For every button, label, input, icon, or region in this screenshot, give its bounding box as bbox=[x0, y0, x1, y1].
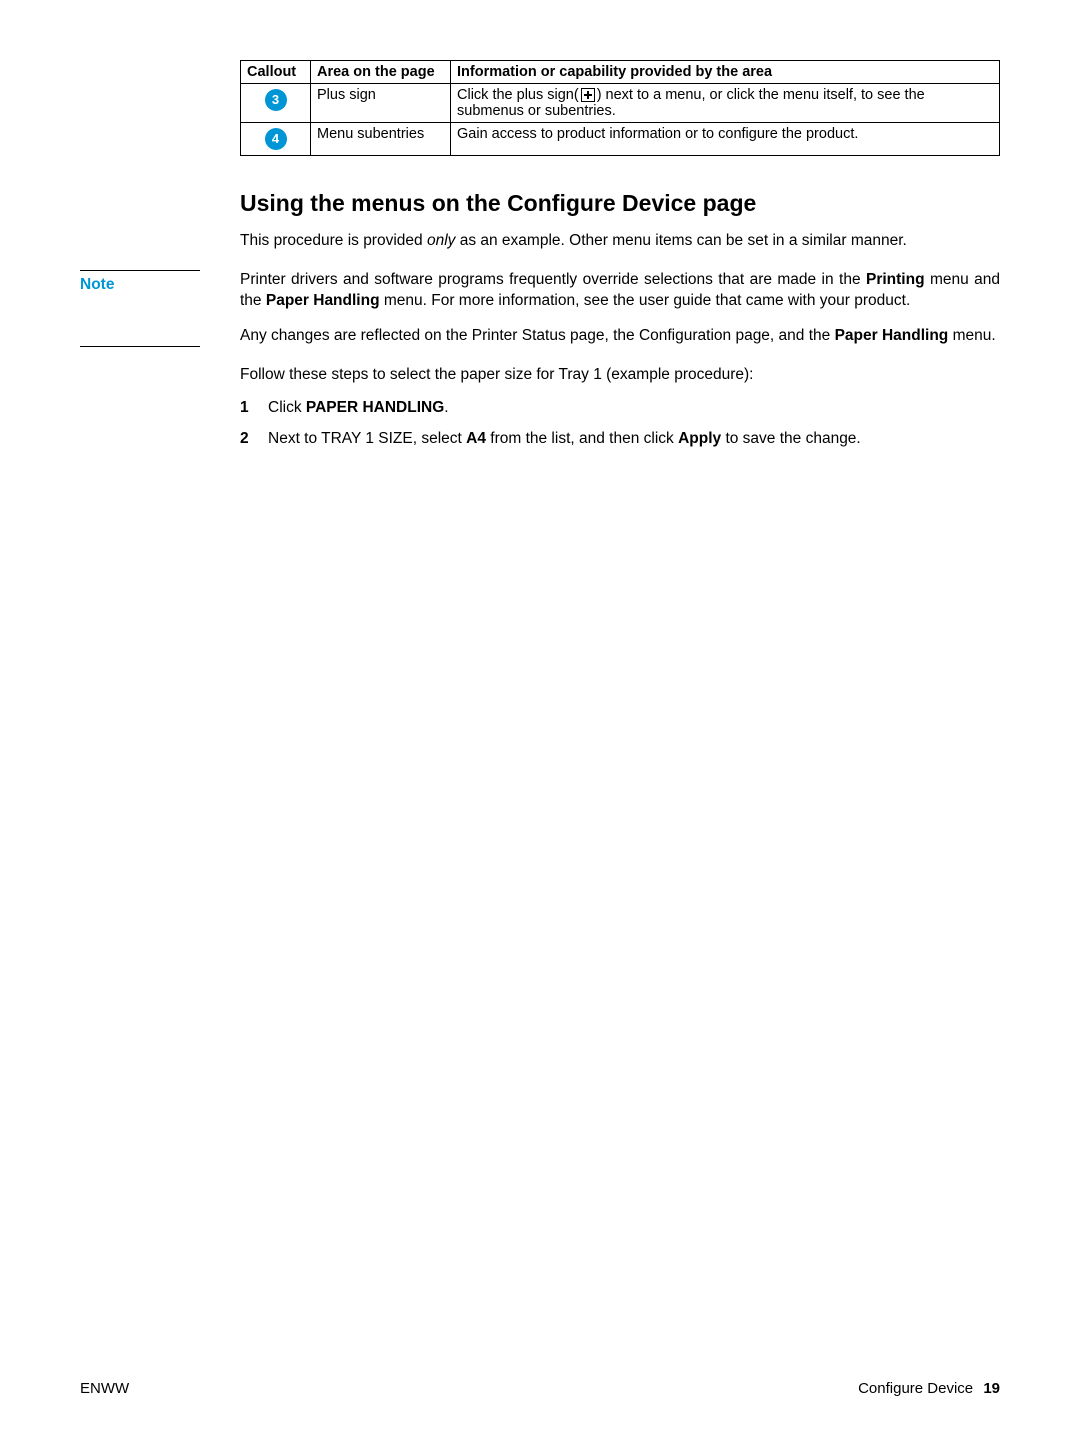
plus-icon bbox=[581, 88, 595, 102]
intro-paragraph: This procedure is provided only as an ex… bbox=[240, 231, 1000, 252]
table-row: 3 Plus sign Click the plus sign() next t… bbox=[241, 84, 1000, 123]
footer-left: ENWW bbox=[80, 1380, 129, 1397]
cell-info: Click the plus sign() next to a menu, or… bbox=[451, 84, 1000, 123]
follow-text: Follow these steps to select the paper s… bbox=[240, 365, 1000, 386]
note-rule-top bbox=[80, 270, 200, 271]
step-item: 1 Click PAPER HANDLING. bbox=[240, 398, 1000, 419]
note-paragraph-1: Printer drivers and software programs fr… bbox=[240, 270, 1000, 312]
step-item: 2 Next to TRAY 1 SIZE, select A4 from th… bbox=[240, 429, 1000, 450]
cell-info: Gain access to product information or to… bbox=[451, 123, 1000, 156]
page-footer: ENWW Configure Device 19 bbox=[80, 1380, 1000, 1397]
callout-badge-4: 4 bbox=[265, 128, 287, 150]
callout-table: Callout Area on the page Information or … bbox=[240, 60, 1000, 156]
note-label: Note bbox=[80, 276, 114, 294]
note-rule-bottom bbox=[80, 346, 200, 347]
steps-list: 1 Click PAPER HANDLING. 2 Next to TRAY 1… bbox=[240, 398, 1000, 450]
note-block: Note Printer drivers and software progra… bbox=[240, 270, 1000, 347]
callout-badge-3: 3 bbox=[265, 89, 287, 111]
cell-area: Plus sign bbox=[311, 84, 451, 123]
section-heading: Using the menus on the Configure Device … bbox=[240, 190, 1000, 217]
note-paragraph-2: Any changes are reflected on the Printer… bbox=[240, 326, 1000, 347]
table-row: 4 Menu subentries Gain access to product… bbox=[241, 123, 1000, 156]
footer-right: Configure Device 19 bbox=[858, 1380, 1000, 1397]
th-area: Area on the page bbox=[311, 61, 451, 84]
th-callout: Callout bbox=[241, 61, 311, 84]
th-info: Information or capability provided by th… bbox=[451, 61, 1000, 84]
cell-area: Menu subentries bbox=[311, 123, 451, 156]
